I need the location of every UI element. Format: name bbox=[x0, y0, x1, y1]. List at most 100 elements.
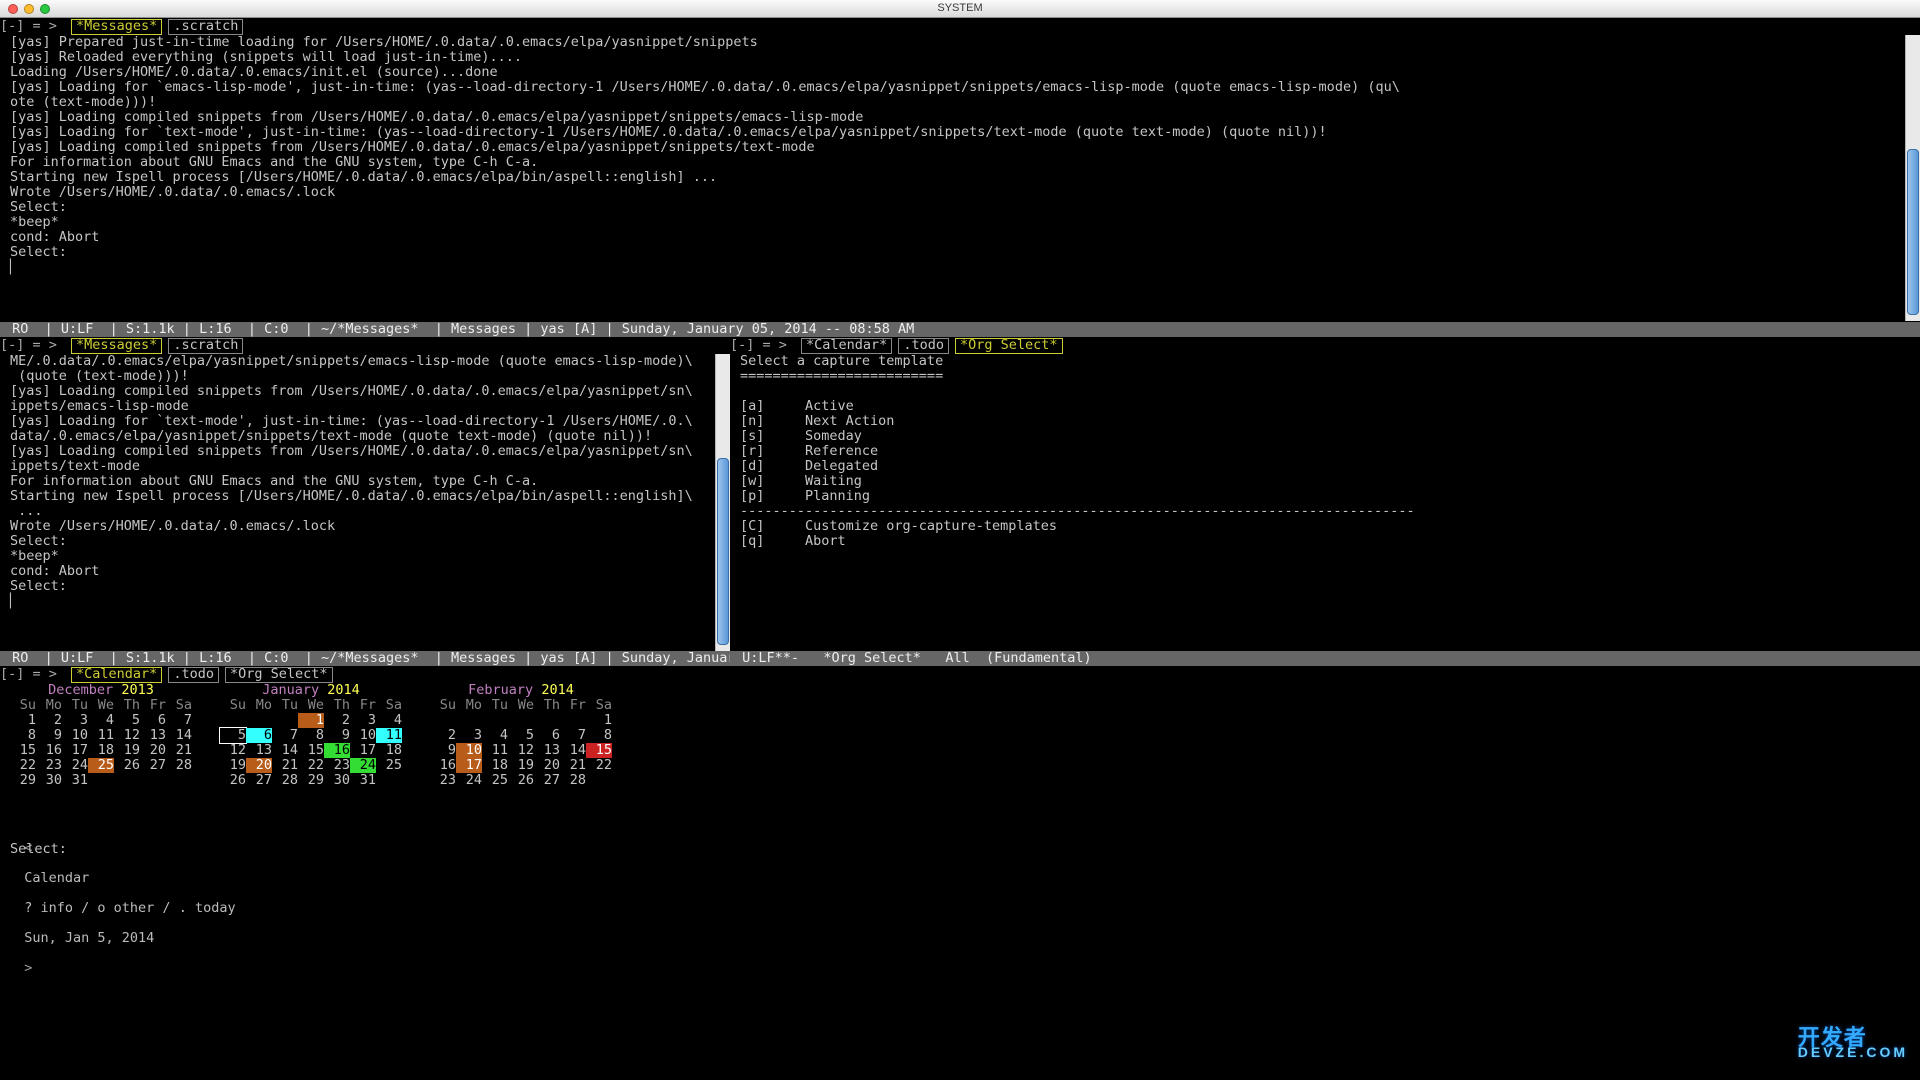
calendar-day[interactable]: 5 bbox=[114, 713, 140, 728]
calendar-day[interactable]: 24 bbox=[62, 758, 88, 773]
calendar-day[interactable]: 26 bbox=[220, 773, 246, 788]
scrollbar-midleft[interactable] bbox=[715, 354, 730, 651]
calendar-day[interactable]: 8 bbox=[298, 728, 324, 743]
calendar-day[interactable]: 25 bbox=[376, 758, 402, 773]
calendar-day[interactable]: 23 bbox=[430, 773, 456, 788]
calendar-day[interactable]: 24 bbox=[456, 773, 482, 788]
calendar-day[interactable]: 18 bbox=[88, 743, 114, 758]
calendar-day[interactable]: 14 bbox=[560, 743, 586, 758]
calendar-day[interactable]: 23 bbox=[36, 758, 62, 773]
calendar-day[interactable]: 28 bbox=[560, 773, 586, 788]
capture-footer-option[interactable]: [q] Abort bbox=[740, 534, 1920, 549]
calendar-day[interactable]: 30 bbox=[36, 773, 62, 788]
calendar-day[interactable]: 3 bbox=[456, 728, 482, 743]
calendar-day[interactable]: 20 bbox=[140, 743, 166, 758]
calendar-day[interactable]: 4 bbox=[376, 713, 402, 728]
calendar-day[interactable]: 19 bbox=[508, 758, 534, 773]
calendar-day[interactable]: 20 bbox=[246, 758, 272, 773]
calendar-day[interactable]: 7 bbox=[166, 713, 192, 728]
calendar-day[interactable]: 22 bbox=[298, 758, 324, 773]
tab-calendar[interactable]: *Calendar* bbox=[71, 667, 162, 683]
calendar-day[interactable]: 5 bbox=[508, 728, 534, 743]
calendar-day[interactable]: 31 bbox=[350, 773, 376, 788]
calendar-day[interactable]: 16 bbox=[324, 743, 350, 758]
tab-orgselect[interactable]: *Org Select* bbox=[225, 667, 333, 683]
calendar-day[interactable]: 28 bbox=[272, 773, 298, 788]
calendar-day[interactable]: 2 bbox=[36, 713, 62, 728]
calendar-day[interactable]: 2 bbox=[430, 728, 456, 743]
calendar-day[interactable]: 12 bbox=[220, 743, 246, 758]
calendar-day[interactable]: 29 bbox=[298, 773, 324, 788]
minimize-window-icon[interactable] bbox=[24, 4, 34, 14]
capture-template-option[interactable]: [a] Active bbox=[740, 399, 1920, 414]
calendar-day[interactable]: 6 bbox=[140, 713, 166, 728]
calendar-next-icon[interactable]: > bbox=[24, 960, 32, 976]
calendar-day[interactable]: 10 bbox=[62, 728, 88, 743]
calendar-day[interactable]: 25 bbox=[88, 758, 114, 773]
calendar-day[interactable]: 8 bbox=[10, 728, 36, 743]
calendar-day[interactable]: 19 bbox=[220, 758, 246, 773]
calendar-day[interactable]: 28 bbox=[166, 758, 192, 773]
calendar-day[interactable]: 10 bbox=[350, 728, 376, 743]
calendar-day[interactable]: 17 bbox=[62, 743, 88, 758]
calendar-day[interactable]: 29 bbox=[10, 773, 36, 788]
calendar-day[interactable]: 17 bbox=[350, 743, 376, 758]
calendar-day[interactable]: 31 bbox=[62, 773, 88, 788]
calendar-day[interactable]: 7 bbox=[272, 728, 298, 743]
calendar-day[interactable]: 1 bbox=[298, 713, 324, 728]
calendar-day[interactable]: 30 bbox=[324, 773, 350, 788]
tab-messages[interactable]: *Messages* bbox=[71, 338, 162, 354]
capture-template-option[interactable]: [r] Reference bbox=[740, 444, 1920, 459]
calendar-day[interactable]: 21 bbox=[272, 758, 298, 773]
calendar-day[interactable]: 15 bbox=[586, 743, 612, 758]
tab-calendar[interactable]: *Calendar* bbox=[801, 338, 892, 354]
scrollbar-top[interactable] bbox=[1905, 35, 1920, 321]
tab-todo[interactable]: .todo bbox=[168, 667, 219, 683]
calendar-day[interactable]: 6 bbox=[534, 728, 560, 743]
calendar-day[interactable]: 9 bbox=[324, 728, 350, 743]
calendar-day[interactable]: 9 bbox=[430, 743, 456, 758]
calendar-day[interactable]: 11 bbox=[482, 743, 508, 758]
calendar-day[interactable]: 19 bbox=[114, 743, 140, 758]
calendar-day[interactable]: 11 bbox=[88, 728, 114, 743]
capture-footer-option[interactable]: [C] Customize org-capture-templates bbox=[740, 519, 1920, 534]
calendar-day[interactable]: 24 bbox=[350, 758, 376, 773]
calendar-day[interactable]: 15 bbox=[10, 743, 36, 758]
calendar-day[interactable]: 11 bbox=[376, 728, 402, 743]
calendar-day[interactable]: 16 bbox=[430, 758, 456, 773]
calendar-day[interactable]: 5 bbox=[220, 728, 246, 743]
calendar-day[interactable]: 13 bbox=[246, 743, 272, 758]
calendar-day[interactable]: 23 bbox=[324, 758, 350, 773]
calendar-day[interactable]: 3 bbox=[350, 713, 376, 728]
calendar-day[interactable]: 8 bbox=[586, 728, 612, 743]
calendar-day[interactable]: 13 bbox=[534, 743, 560, 758]
tab-messages[interactable]: *Messages* bbox=[71, 19, 162, 35]
calendar-day[interactable]: 12 bbox=[114, 728, 140, 743]
calendar-day[interactable]: 27 bbox=[534, 773, 560, 788]
calendar-day[interactable]: 25 bbox=[482, 773, 508, 788]
calendar-day[interactable]: 18 bbox=[376, 743, 402, 758]
calendar-day[interactable]: 22 bbox=[586, 758, 612, 773]
calendar-day[interactable]: 7 bbox=[560, 728, 586, 743]
capture-template-option[interactable]: [n] Next Action bbox=[740, 414, 1920, 429]
calendar-day[interactable]: 2 bbox=[324, 713, 350, 728]
calendar-day[interactable]: 9 bbox=[36, 728, 62, 743]
calendar-day[interactable]: 4 bbox=[88, 713, 114, 728]
calendar-day[interactable]: 1 bbox=[586, 713, 612, 728]
minibuffer-prompt[interactable]: Select: bbox=[0, 842, 67, 857]
calendar-day[interactable]: 27 bbox=[246, 773, 272, 788]
tab-todo[interactable]: .todo bbox=[898, 338, 949, 354]
calendar-day[interactable]: 16 bbox=[36, 743, 62, 758]
close-window-icon[interactable] bbox=[8, 4, 18, 14]
calendar-day[interactable]: 18 bbox=[482, 758, 508, 773]
capture-template-option[interactable]: [s] Someday bbox=[740, 429, 1920, 444]
calendar-day[interactable]: 26 bbox=[508, 773, 534, 788]
calendar-day[interactable]: 26 bbox=[114, 758, 140, 773]
calendar-day[interactable]: 27 bbox=[140, 758, 166, 773]
calendar-day[interactable]: 14 bbox=[166, 728, 192, 743]
calendar-day[interactable]: 6 bbox=[246, 728, 272, 743]
calendar-day[interactable]: 17 bbox=[456, 758, 482, 773]
calendar-day[interactable]: 1 bbox=[10, 713, 36, 728]
calendar-day[interactable]: 20 bbox=[534, 758, 560, 773]
tab-scratch[interactable]: .scratch bbox=[168, 19, 243, 35]
